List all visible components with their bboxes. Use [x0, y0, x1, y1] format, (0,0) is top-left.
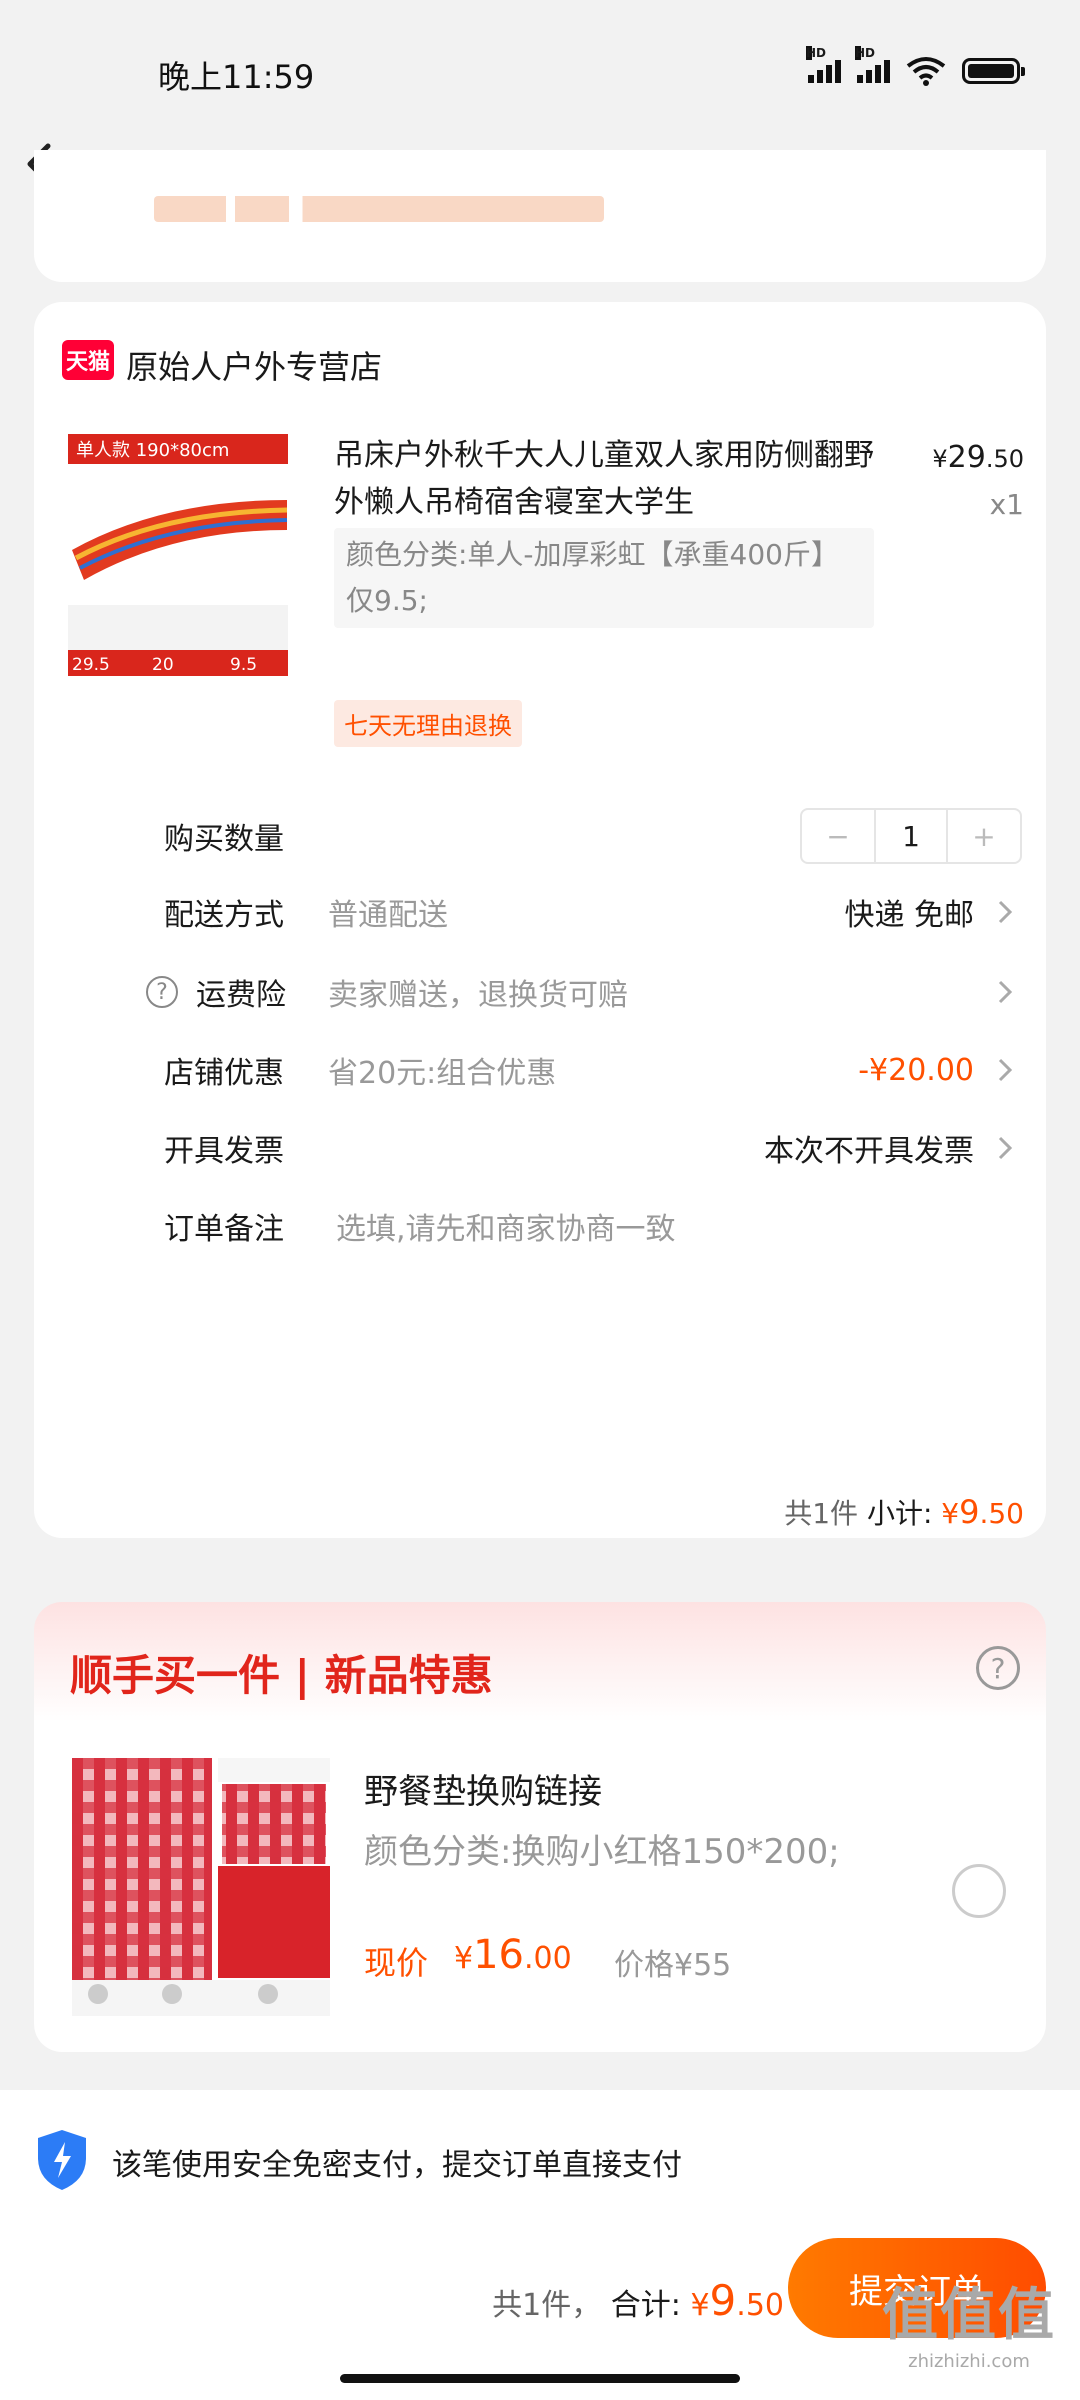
delivery-value: 快递 免邮: [844, 898, 974, 933]
price-int: 29: [947, 440, 986, 475]
wifi-icon: [906, 57, 946, 86]
total-line: 共1件， 合计: ¥9.50: [492, 2276, 784, 2325]
chevron-right-icon: [998, 980, 1013, 1004]
product-price: ¥29.50: [932, 440, 1024, 475]
delivery-row[interactable]: 配送方式 普通配送 快递 免邮: [34, 882, 1046, 942]
picnic-mat-image[interactable]: [72, 1758, 330, 2016]
mat-price-dec: .00: [524, 1941, 572, 1976]
delivery-label: 配送方式: [164, 898, 284, 933]
note-input[interactable]: 选填,请先和商家协商一致: [336, 1204, 676, 1248]
shield-icon: [38, 2130, 86, 2190]
promo-card: 顺手买一件 | 新品特惠 ? 野餐垫换购链接 颜色分类:换购小红格150*200…: [34, 1602, 1046, 2052]
help-icon[interactable]: ?: [146, 976, 178, 1008]
chevron-right-icon: [998, 1136, 1013, 1160]
insurance-label: 运费险: [196, 978, 286, 1013]
chevron-right-icon: [998, 1058, 1013, 1082]
invoice-value: 本次不开具发票: [764, 1134, 974, 1169]
chevron-right-icon: [998, 900, 1013, 924]
decrease-button[interactable]: −: [802, 810, 874, 862]
mat-price-int: 16: [473, 1932, 524, 1978]
subtotal-label: 小计:: [866, 1497, 933, 1530]
delivery-desc: 普通配送: [328, 898, 448, 933]
watermark: 值值值 zhizhizhi.com: [882, 2270, 1056, 2372]
product-sku[interactable]: 颜色分类:单人-加厚彩虹【承重400斤】仅9.5;: [334, 528, 874, 628]
mat-price-label: 现价: [364, 1944, 429, 1982]
shop-order-card: 天猫 原始人户外专营店 单人款 190*80cm 29.5 20 9.5 吊床户…: [34, 302, 1046, 1538]
watermark-logo: 值值值: [882, 2283, 1056, 2348]
signal-icon: HD: [806, 45, 841, 83]
price-symbol: ¥: [932, 445, 948, 473]
home-indicator[interactable]: [340, 2374, 740, 2383]
signal-icon-2: HD: [855, 45, 890, 83]
discount-desc: 省20元:组合优惠: [328, 1056, 557, 1091]
subtotal-dec: .50: [979, 1497, 1024, 1530]
address-card-partial: [34, 150, 1046, 282]
subtotal-symbol: ¥: [941, 1497, 960, 1530]
quantity-row: 购买数量 − 1 +: [34, 806, 1046, 866]
return-badge: 七天无理由退换: [334, 700, 522, 747]
insurance-desc: 卖家赠送，退换货可赔: [328, 978, 628, 1013]
mat-price-symbol: ¥: [454, 1941, 474, 1976]
total-label: 合计:: [610, 2288, 681, 2323]
watermark-url: zhizhizhi.com: [908, 2351, 1030, 2372]
status-icons: HD HD: [806, 45, 1025, 86]
product-image-price-3: 9.5: [230, 655, 257, 675]
quantity-stepper: − 1 +: [800, 808, 1022, 864]
select-radio[interactable]: [952, 1864, 1006, 1918]
subtotal: 共1件 小计: ¥9.50: [784, 1492, 1024, 1532]
battery-icon: [962, 58, 1025, 84]
total-dec: .50: [736, 2288, 784, 2323]
subtotal-int: 9: [959, 1493, 980, 1531]
discount-row[interactable]: 店铺优惠 省20元:组合优惠 -¥20.00: [34, 1040, 1046, 1100]
promo-title: 顺手买一件 | 新品特惠: [70, 1651, 493, 1700]
discount-label: 店铺优惠: [164, 1056, 284, 1091]
quantity-label: 购买数量: [164, 822, 284, 857]
invoice-label: 开具发票: [164, 1134, 284, 1169]
tmall-logo: 天猫: [62, 340, 114, 380]
invoice-row[interactable]: 开具发票 本次不开具发票: [34, 1118, 1046, 1178]
help-icon[interactable]: ?: [976, 1646, 1020, 1690]
mat-sku: 颜色分类:换购小红格150*200;: [364, 1832, 840, 1872]
status-time: 晚上11:59: [158, 58, 315, 96]
product-title[interactable]: 吊床户外秋千大人儿童双人家用防侧翻野外懒人吊椅宿舍寝室大学生: [334, 432, 894, 526]
quantity-value[interactable]: 1: [874, 810, 948, 862]
product-image-price-2: 20: [152, 655, 174, 675]
shop-name[interactable]: 原始人户外专营店: [126, 342, 382, 388]
discount-value: -¥20.00: [858, 1052, 974, 1088]
mat-price: ¥16.00: [454, 1932, 572, 1978]
increase-button[interactable]: +: [948, 810, 1020, 862]
subtotal-count: 共1件: [784, 1497, 859, 1530]
mat-name[interactable]: 野餐垫换购链接: [364, 1764, 602, 1813]
product-image[interactable]: 单人款 190*80cm 29.5 20 9.5: [62, 430, 294, 676]
total-symbol: ¥: [690, 2288, 710, 2323]
total-count: 共1件，: [492, 2288, 602, 2323]
faded-text: [154, 196, 604, 222]
price-dec: .50: [985, 445, 1024, 473]
product-image-price-1: 29.5: [72, 655, 110, 675]
product-image-label: 单人款 190*80cm: [76, 440, 229, 461]
insurance-row[interactable]: ? 运费险 卖家赠送，退换货可赔: [34, 962, 1046, 1022]
total-int: 9: [709, 2276, 737, 2325]
mat-orig-price: 价格¥55: [614, 1948, 732, 1983]
product-quantity: x1: [989, 488, 1024, 521]
secure-payment-text: 该笔使用安全免密支付，提交订单直接支付: [112, 2148, 682, 2183]
note-label: 订单备注: [164, 1212, 284, 1247]
note-row: 订单备注 选填,请先和商家协商一致: [34, 1196, 1046, 1256]
